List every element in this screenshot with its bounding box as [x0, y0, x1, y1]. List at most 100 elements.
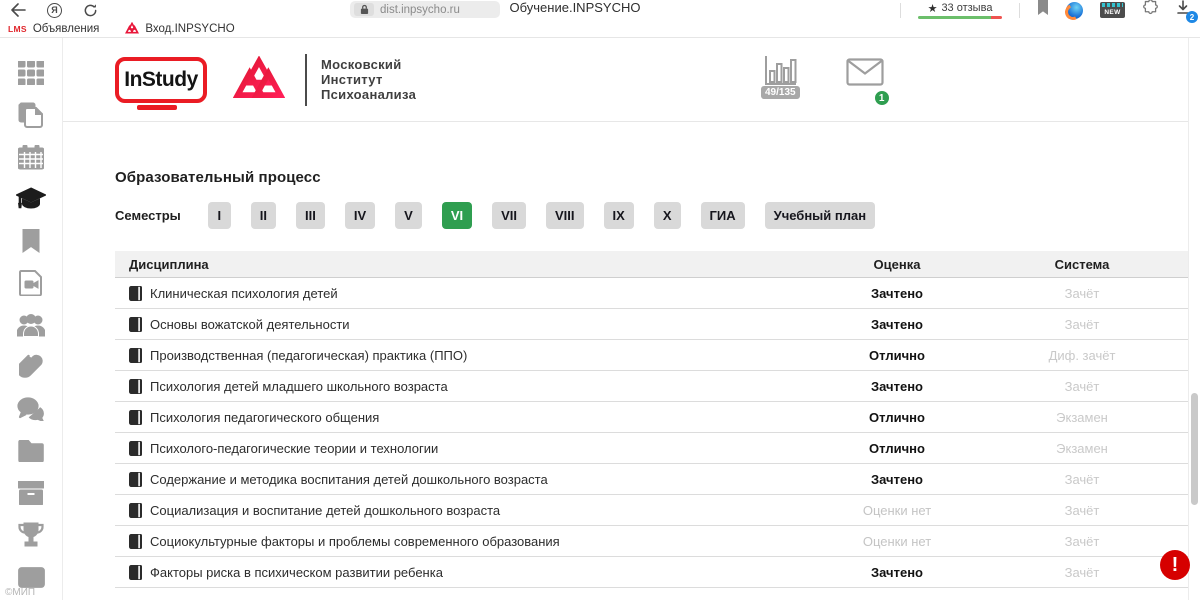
extension-orb-icon[interactable]: [1066, 2, 1083, 19]
grade-value: Отлично: [869, 441, 925, 456]
column-system: Система: [1055, 257, 1110, 272]
discipline-name: Социокультурные факторы и проблемы совре…: [150, 534, 560, 549]
semester-tab-VIII[interactable]: VIII: [546, 202, 584, 229]
sidebar-item-archive[interactable]: [0, 472, 62, 514]
semester-tab-ГИА[interactable]: ГИА: [701, 202, 745, 229]
bookmarks-bar: LMS Объявления Вход.INPSYCHO: [0, 20, 1200, 38]
grade-value: Оценки нет: [863, 534, 931, 549]
system-value: Зачёт: [1065, 379, 1100, 394]
sidebar-item-education[interactable]: [0, 178, 62, 220]
table-row[interactable]: Производственная (педагогическая) практи…: [115, 340, 1192, 371]
bookmark-lms-announcements[interactable]: LMS Объявления: [8, 23, 99, 35]
table-row[interactable]: Социокультурные факторы и проблемы совре…: [115, 526, 1192, 557]
copyright: ©МИП: [5, 587, 35, 598]
mail-widget[interactable]: 1: [846, 58, 884, 99]
sidebar-item-video[interactable]: [0, 262, 62, 304]
main-area: InStudy Московский Институт Психоанализа: [63, 38, 1200, 600]
grade-value: Зачтено: [871, 565, 923, 580]
sidebar-item-documents[interactable]: [0, 94, 62, 136]
discipline-name: Психолого-педагогические теории и технол…: [150, 441, 438, 456]
book-icon: [129, 503, 142, 518]
scrollbar[interactable]: [1188, 38, 1200, 600]
semester-tab-IV[interactable]: IV: [345, 202, 375, 229]
book-icon: [129, 441, 142, 456]
semester-tab-VII[interactable]: VII: [492, 202, 526, 229]
table-row[interactable]: Факторы риска в психическом развитии реб…: [115, 557, 1192, 588]
mail-badge: 1: [873, 89, 891, 107]
sidebar-item-bookmarks[interactable]: [0, 220, 62, 262]
semester-tab-III[interactable]: III: [296, 202, 325, 229]
site-reviews-widget[interactable]: ★ 33 отзыва: [918, 2, 1002, 20]
card-icon: [18, 567, 45, 588]
book-icon: [129, 472, 142, 487]
instudy-logo[interactable]: InStudy: [115, 57, 207, 103]
semester-tabs: Семестры IIIIIIIVVVIVIIVIIIIXXГИАУчебный…: [115, 202, 1192, 229]
sidebar-item-community[interactable]: [0, 304, 62, 346]
back-button[interactable]: [10, 3, 26, 17]
chat-icon: [17, 397, 45, 421]
users-icon: [17, 313, 45, 337]
sidebar-item-schedule[interactable]: [0, 136, 62, 178]
discipline-name: Производственная (педагогическая) практи…: [150, 348, 467, 363]
sidebar-item-attachments[interactable]: [0, 346, 62, 388]
sidebar-item-achievements[interactable]: [0, 514, 62, 556]
bookmark-inpsycho-login[interactable]: Вход.INPSYCHO: [125, 22, 234, 35]
system-value: Зачёт: [1065, 286, 1100, 301]
grade-value: Зачтено: [871, 317, 923, 332]
tab-title: Обучение.INPSYCHO: [430, 0, 720, 15]
book-icon: [129, 348, 142, 363]
rating-bar: [918, 16, 1002, 20]
extensions-puzzle-icon[interactable]: [1142, 0, 1159, 21]
semester-tab-II[interactable]: II: [251, 202, 276, 229]
discipline-name: Социализация и воспитание детей дошкольн…: [150, 503, 500, 518]
column-discipline: Дисциплина: [115, 257, 822, 272]
copy-icon: [18, 102, 44, 128]
book-icon: [129, 534, 142, 549]
table-header: Дисциплина Оценка Система: [115, 251, 1192, 278]
semester-tab-I[interactable]: I: [208, 202, 231, 229]
semester-tab-VI[interactable]: VI: [442, 202, 472, 229]
alert-notification-button[interactable]: !: [1160, 550, 1190, 580]
sidebar-item-messages[interactable]: [0, 388, 62, 430]
yandex-button[interactable]: Я: [47, 3, 62, 18]
table-row[interactable]: Психолого-педагогические теории и технол…: [115, 433, 1192, 464]
discipline-name: Психология педагогического общения: [150, 410, 379, 425]
paperclip-icon: [19, 354, 43, 380]
discipline-name: Клиническая психология детей: [150, 286, 338, 301]
progress-widget[interactable]: 49/135: [761, 54, 800, 99]
grade-value: Зачтено: [871, 379, 923, 394]
site-header: InStudy Московский Институт Психоанализа: [63, 38, 1200, 122]
semester-tab-Учебный план[interactable]: Учебный план: [765, 202, 875, 229]
book-icon: [129, 317, 142, 332]
table-row[interactable]: Социализация и воспитание детей дошкольн…: [115, 495, 1192, 526]
grade-value: Отлично: [869, 348, 925, 363]
table-row[interactable]: Основы вожатской деятельности Зачтено За…: [115, 309, 1192, 340]
sidebar-item-files[interactable]: [0, 430, 62, 472]
scrollbar-thumb[interactable]: [1191, 393, 1198, 505]
discipline-name: Содержание и методика воспитания детей д…: [150, 472, 548, 487]
book-icon: [129, 379, 142, 394]
semester-tab-X[interactable]: X: [654, 202, 681, 229]
system-value: Экзамен: [1056, 410, 1108, 425]
graduation-cap-icon: [16, 187, 46, 211]
star-icon: ★: [928, 2, 938, 15]
sidebar-item-apps[interactable]: [0, 52, 62, 94]
extension-new-icon[interactable]: NEW: [1100, 2, 1125, 18]
folder-icon: [18, 440, 44, 462]
logo-divider: [305, 54, 307, 106]
refresh-button[interactable]: [83, 3, 98, 18]
institute-name: Московский Институт Психоанализа: [321, 57, 416, 102]
calendar-icon: [18, 145, 44, 170]
table-row[interactable]: Содержание и методика воспитания детей д…: [115, 464, 1192, 495]
bookmark-flag-icon[interactable]: [1037, 0, 1049, 21]
mip-triangle-icon: [125, 22, 139, 35]
downloads-button[interactable]: 2: [1176, 0, 1190, 20]
semester-tab-IX[interactable]: IX: [604, 202, 634, 229]
system-value: Зачёт: [1065, 565, 1100, 580]
grade-value: Отлично: [869, 410, 925, 425]
table-row[interactable]: Психология педагогического общения Отлич…: [115, 402, 1192, 433]
table-row[interactable]: Психология детей младшего школьного возр…: [115, 371, 1192, 402]
table-row[interactable]: Клиническая психология детей Зачтено Зач…: [115, 278, 1192, 309]
grid-icon: [18, 61, 44, 85]
semester-tab-V[interactable]: V: [395, 202, 422, 229]
